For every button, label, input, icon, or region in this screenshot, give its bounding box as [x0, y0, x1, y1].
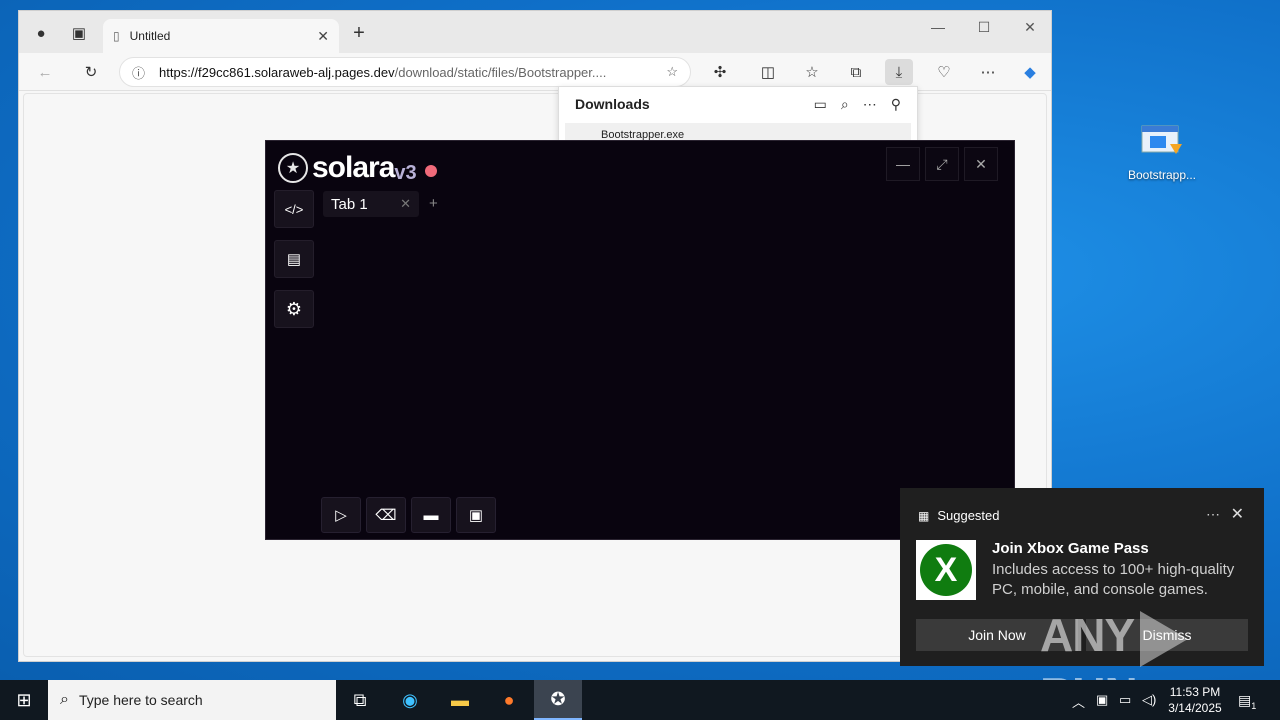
minimize-button[interactable]: —	[923, 19, 953, 35]
clock[interactable]: 11:53 PM 3/14/2025	[1160, 684, 1230, 716]
gear-icon: ⚙	[285, 298, 303, 319]
editor-code-button[interactable]: </>	[274, 190, 314, 228]
taskbar-search[interactable]: ⌕ Type here to search	[48, 680, 336, 720]
new-tab-button[interactable]: +	[347, 21, 371, 45]
open-file-button[interactable]: ▬	[411, 497, 451, 533]
clock-time: 11:53 PM	[1169, 685, 1221, 699]
clock-date: 3/14/2025	[1168, 701, 1222, 715]
pin-icon[interactable]: ⚲	[891, 96, 901, 113]
solara-close-button[interactable]: ✕	[964, 147, 998, 181]
edge-taskbar-icon[interactable]: ◉	[386, 680, 434, 720]
collections-icon[interactable]: ⧉	[842, 59, 870, 85]
search-icon: ⌕	[60, 691, 69, 708]
more-icon[interactable]: ⋯	[863, 96, 877, 113]
solara-taskbar-icon[interactable]: ✪	[534, 680, 582, 720]
add-tab-button[interactable]: +	[429, 195, 438, 212]
tab-title: Untitled	[129, 29, 171, 43]
favorite-star-icon[interactable]: ☆	[666, 64, 678, 80]
taskbar: ⊞ ⌕ Type here to search ⧉ ◉ ▬ ● ✪ ︿ ▣ ▭ …	[0, 680, 1280, 720]
profile-icon[interactable]: ●	[29, 21, 53, 45]
refresh-button[interactable]: ↻	[77, 59, 105, 85]
editor-tab-label: Tab 1	[331, 195, 368, 213]
device-icon[interactable]: ▣	[1096, 692, 1108, 708]
toast-source: Suggested	[937, 508, 1000, 523]
downloads-panel: Downloads ▭ ⌕ ⋯ ⚲ Bootstrapper.exe	[558, 86, 918, 146]
extensions-icon[interactable]: ✣	[706, 59, 734, 85]
toast-more-icon[interactable]: ⋯	[1206, 506, 1220, 523]
copilot-icon[interactable]: ◆	[1016, 59, 1044, 85]
start-button[interactable]: ⊞	[0, 680, 48, 720]
search-placeholder: Type here to search	[78, 692, 203, 708]
play-icon: ▷	[335, 507, 347, 524]
settings-button[interactable]: ⚙	[274, 290, 314, 328]
downloads-icon[interactable]: ⤓	[885, 59, 913, 85]
url-text: https://f29cc861.solaraweb-alj.pages.dev…	[159, 64, 607, 80]
notification-center-icon[interactable]: ▤1	[1238, 692, 1256, 711]
watermark-left: ANY	[1040, 609, 1135, 661]
volume-icon[interactable]: ◁)	[1142, 692, 1156, 708]
tab-actions-icon[interactable]: ▣	[67, 21, 91, 45]
execute-button[interactable]: ▷	[321, 497, 361, 533]
downloads-title: Downloads	[575, 96, 650, 112]
installer-icon	[1140, 122, 1184, 162]
save-icon: ▣	[468, 507, 484, 524]
folder-icon: ▬	[423, 506, 439, 524]
address-bar[interactable]: ⓘ https://f29cc861.solaraweb-alj.pages.d…	[119, 57, 691, 87]
file-explorer-icon[interactable]: ▬	[436, 680, 484, 720]
script-hub-button[interactable]: ▤	[274, 240, 314, 278]
firefox-icon[interactable]: ●	[485, 680, 533, 720]
split-screen-icon[interactable]: ◫	[754, 59, 782, 85]
xbox-logo: X	[916, 540, 976, 600]
browser-tab[interactable]: ▯ Untitled ✕	[103, 19, 339, 53]
close-window-button[interactable]: ✕	[1015, 19, 1045, 36]
list-icon: ▤	[286, 251, 302, 268]
desktop-icon-label: Bootstrapp...	[1127, 168, 1197, 182]
clear-button[interactable]: ⌫	[366, 497, 406, 533]
code-icon: </>	[284, 201, 304, 217]
status-dot	[424, 165, 437, 177]
page-icon: ▯	[113, 29, 120, 43]
open-folder-icon[interactable]: ▭	[814, 96, 827, 113]
show-hidden-icons[interactable]: ︿	[1072, 692, 1085, 711]
solara-logo: ★ solara v3	[278, 151, 437, 185]
search-icon[interactable]: ⌕	[841, 96, 849, 113]
close-tab-icon[interactable]: ✕	[317, 28, 329, 45]
more-options-icon[interactable]: ⋯	[974, 59, 1002, 85]
network-icon[interactable]: ▭	[1119, 692, 1131, 708]
task-view-icon[interactable]: ⧉	[336, 680, 384, 720]
editor-tab[interactable]: Tab 1 ✕	[323, 191, 419, 217]
toast-header: ▦ Suggested	[918, 508, 1000, 523]
save-file-button[interactable]: ▣	[456, 497, 496, 533]
solara-maximize-button[interactable]: ⤢	[925, 147, 959, 181]
toast-title: Join Xbox Game Pass	[992, 540, 1149, 557]
desktop-icon-bootstrapper[interactable]: Bootstrapp...	[1120, 118, 1204, 182]
info-icon[interactable]: ⓘ	[132, 63, 145, 82]
suggested-icon: ▦	[918, 508, 930, 523]
toast-body: Includes access to 100+ high-quality PC,…	[992, 561, 1235, 598]
eraser-icon: ⌫	[375, 507, 397, 524]
back-button[interactable]: ←	[31, 59, 59, 85]
maximize-button[interactable]: ☐	[969, 19, 999, 36]
star-icon: ★	[278, 153, 308, 183]
play-logo-icon	[1140, 610, 1189, 667]
close-editor-tab-icon[interactable]: ✕	[400, 196, 411, 212]
favorites-icon[interactable]: ☆	[798, 59, 826, 85]
solara-minimize-button[interactable]: —	[886, 147, 920, 181]
logo-name: solara	[312, 151, 395, 184]
logo-version: v3	[394, 161, 417, 184]
tab-bar: ● ▣ ▯ Untitled ✕ + — ☐ ✕	[19, 11, 1051, 53]
downloads-header: Downloads ▭ ⌕ ⋯ ⚲	[559, 87, 917, 121]
toast-close-icon[interactable]: ✕	[1231, 504, 1244, 524]
browser-essentials-icon[interactable]: ♡	[930, 59, 958, 85]
solara-window: ★ solara v3 — ⤢ ✕ </> ▤ ⚙ Tab 1 ✕ + ▷ ⌫ …	[265, 140, 1015, 540]
